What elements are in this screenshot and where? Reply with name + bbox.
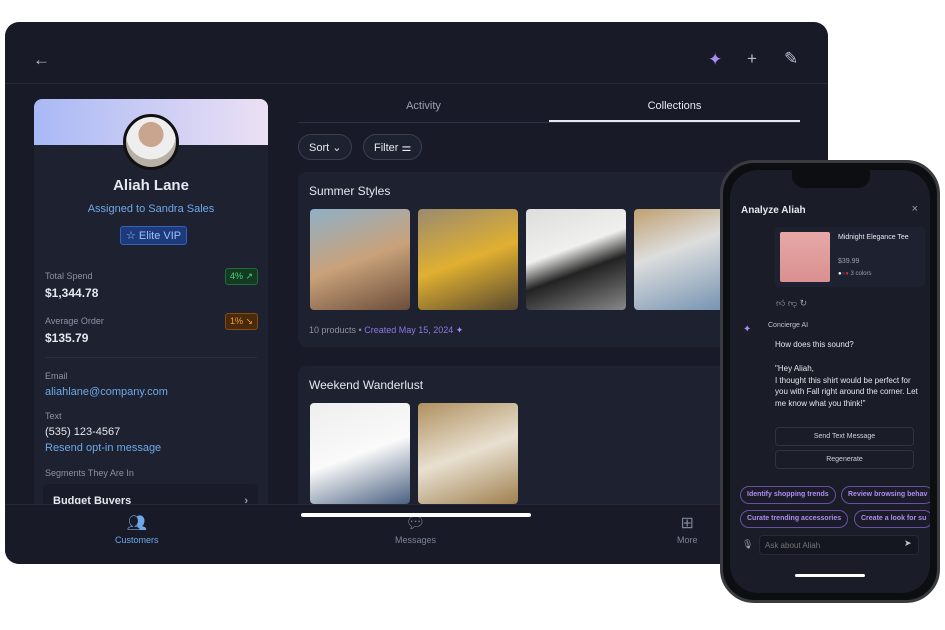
email-link[interactable]: aliahlane@company.com <box>45 386 168 398</box>
top-bar: ← ✦ + ✎ <box>5 22 828 84</box>
message-text: "Hey Aliah, I thought this shirt would b… <box>775 364 918 408</box>
grid-icon: ⊞ <box>680 515 694 532</box>
sparkle-icon: ✦ <box>455 325 464 335</box>
sender-name: Concierge AI <box>768 322 809 329</box>
plus-icon[interactable]: + <box>747 49 757 69</box>
product-name: Midnight Elegance Tee <box>838 234 909 241</box>
product-image[interactable] <box>310 403 410 504</box>
notch <box>792 170 870 188</box>
product-count: 10 products • <box>309 325 362 335</box>
ask-input[interactable] <box>759 535 919 555</box>
panel-title: Analyze Aliah <box>741 205 806 216</box>
colors-count: 3 colors <box>850 271 872 277</box>
suggestion-chip[interactable]: Curate trending accessories <box>740 510 849 528</box>
nav-more[interactable]: ⊞ More <box>677 513 698 545</box>
users-icon: 👥︎ <box>126 515 147 532</box>
thumbs-up-icon[interactable]: 👍︎ <box>776 298 785 308</box>
home-indicator <box>301 513 531 517</box>
assigned-to[interactable]: Assigned to Sandra Sales <box>34 203 268 215</box>
close-icon[interactable]: × <box>912 203 918 215</box>
segments-label: Segments They Are In <box>45 468 134 478</box>
product-image[interactable] <box>634 209 734 310</box>
tabs: Activity Collections <box>298 92 800 123</box>
created-date: Created May 15, 2024 <box>364 325 454 335</box>
question: How does this sound? <box>775 340 854 349</box>
product-image[interactable] <box>526 209 626 310</box>
pencil-icon[interactable]: ✎ <box>784 49 798 69</box>
sort-button[interactable]: Sort ⌄ <box>298 134 353 160</box>
divider <box>45 357 257 358</box>
color-swatches: ●●● 3 colors <box>838 271 872 277</box>
suggestion-chip[interactable]: Review browsing behav <box>841 486 930 504</box>
nav-label: Customers <box>115 535 159 545</box>
tab-collections[interactable]: Collections <box>549 100 800 122</box>
nav-customers[interactable]: 👥︎ Customers <box>115 513 159 545</box>
suggestion-chip[interactable]: Identify shopping trends <box>740 486 836 504</box>
text-label: Text <box>45 411 62 421</box>
product-card[interactable]: Midnight Elegance Tee $39.99 ●●● 3 color… <box>775 227 925 287</box>
sliders-icon: ⚌ <box>401 142 412 154</box>
avatar <box>123 114 179 170</box>
tablet-app: ← ✦ + ✎ Aliah Lane Assigned to Sandra Sa… <box>5 22 828 564</box>
nav-label: More <box>677 535 698 545</box>
customer-card: Aliah Lane Assigned to Sandra Sales ☆ El… <box>34 99 268 519</box>
bottom-nav: 👥︎ Customers 💬︎ Messages ⊞ More <box>5 504 828 564</box>
back-arrow-icon[interactable]: ← <box>33 50 50 70</box>
refresh-icon[interactable]: ↻ <box>800 298 808 308</box>
resend-opt-in-link[interactable]: Resend opt-in message <box>45 442 161 454</box>
avg-order-value: $135.79 <box>45 331 89 345</box>
home-indicator <box>795 574 865 577</box>
tier-badge: ☆ Elite VIP <box>120 226 188 245</box>
sort-label: Sort <box>309 142 330 154</box>
swatch: ● <box>845 271 849 277</box>
filter-button[interactable]: Filter ⚌ <box>363 134 423 160</box>
phone-device: Analyze Aliah × Midnight Elegance Tee $3… <box>720 160 940 603</box>
thumbs-down-icon[interactable]: 👎︎ <box>788 298 797 308</box>
sparkle-icon[interactable]: ✦ <box>708 50 722 70</box>
send-icon[interactable]: ➤ <box>904 538 912 549</box>
product-image[interactable] <box>310 209 410 310</box>
spend-change-badge: 4% ↗ <box>224 268 258 285</box>
customer-name: Aliah Lane <box>113 177 189 194</box>
avg-order-label: Average Order <box>45 316 104 326</box>
phone-screen: Analyze Aliah × Midnight Elegance Tee $3… <box>730 170 930 593</box>
suggestion-chip[interactable]: Create a look for su <box>854 510 930 528</box>
order-change-badge: 1% ↘ <box>224 313 258 330</box>
product-image[interactable] <box>418 403 518 504</box>
collection-meta: 10 products • Created May 15, 2024 ✦ <box>309 325 463 336</box>
product-image <box>780 232 830 282</box>
regenerate-button[interactable]: Regenerate <box>775 450 914 469</box>
total-spend-label: Total Spend <box>45 271 93 281</box>
nav-messages[interactable]: 💬︎ Messages <box>395 513 436 545</box>
chevron-down-icon: ⌄ <box>332 142 342 154</box>
sparkle-icon: ✦ <box>743 324 752 335</box>
nav-label: Messages <box>395 535 437 545</box>
product-price: $39.99 <box>838 258 860 265</box>
email-label: Email <box>45 371 68 381</box>
feedback-icons: 👍︎ 👎︎ ↻ <box>776 298 807 309</box>
filter-label: Filter <box>374 142 399 154</box>
send-text-button[interactable]: Send Text Message <box>775 427 914 446</box>
total-spend-value: $1,344.78 <box>45 286 99 300</box>
tab-activity[interactable]: Activity <box>298 100 549 112</box>
microphone-icon[interactable]: 🎙︎ <box>742 539 753 550</box>
phone-number: (535) 123-4567 <box>45 426 121 438</box>
product-image[interactable] <box>418 209 518 310</box>
